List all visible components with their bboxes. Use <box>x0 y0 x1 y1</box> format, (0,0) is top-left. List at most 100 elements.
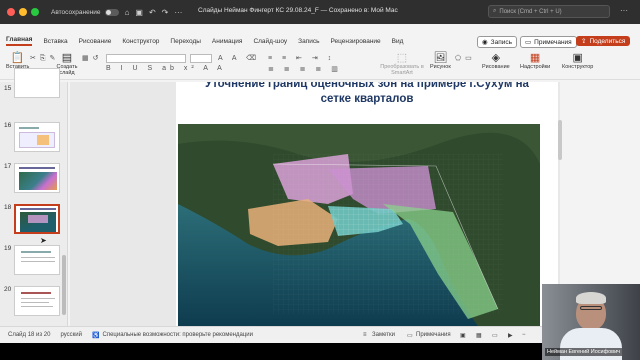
thumb-number: 17 <box>4 163 12 170</box>
minimize-window-button[interactable] <box>19 8 27 16</box>
addins-button[interactable]: ▦ Надстройки <box>520 52 550 70</box>
comments-icon: ▭ <box>407 332 413 339</box>
tab-home[interactable]: Главная <box>6 36 33 46</box>
comments-toggle[interactable]: Примечания <box>416 332 451 338</box>
window-controls <box>7 8 39 16</box>
quarter-grid-overlay <box>273 154 503 314</box>
thumb-number: 16 <box>4 122 12 129</box>
person-glasses <box>580 306 602 310</box>
webcam-overlay: Нейман Евгений Иосифович <box>542 284 640 360</box>
close-window-button[interactable] <box>7 8 15 16</box>
slide-layout-tools[interactable]: ▦↺ <box>82 54 102 62</box>
picture-icon: 🖼 <box>433 52 448 64</box>
tab-transitions[interactable]: Переходы <box>170 38 201 45</box>
addins-label: Надстройки <box>520 64 551 70</box>
tab-animations[interactable]: Анимация <box>212 38 243 45</box>
slide-thumbnail-18[interactable] <box>14 204 60 234</box>
slide-thumbnail-15[interactable] <box>14 68 60 98</box>
font-size-tools[interactable]: A A ⌫ <box>218 54 260 62</box>
share-button[interactable]: ⇪ Поделиться <box>576 36 631 46</box>
satellite-map-image <box>178 124 540 326</box>
search-placeholder: Поиск (Cmd + Ctrl + U) <box>499 8 562 15</box>
comment-icon: ▭ <box>525 39 532 46</box>
slide-thumbnail-19[interactable] <box>14 245 60 275</box>
ribbon-toolbar: 📋 Вставить ✂⎘✎ ▤ Создать слайд ▦↺ A A ⌫ … <box>0 50 640 80</box>
slide[interactable]: Уточнение границ оценочных зон на пример… <box>176 82 558 326</box>
slide-counter: Слайд 18 из 20 <box>8 332 51 338</box>
text-format-tools[interactable]: B I U S ab x² A A <box>106 65 226 72</box>
designer-label: Конструктор <box>562 64 594 70</box>
thumb-number: 15 <box>4 85 12 92</box>
thumb-number: 18 <box>4 204 12 211</box>
view-sorter-icon[interactable]: ▦ <box>476 332 482 339</box>
alignment-tools[interactable]: ≣ ≣ ≣ ≣ ▥ <box>268 65 342 73</box>
tab-review[interactable]: Рецензирование <box>330 38 380 45</box>
record-label: Запись <box>490 38 512 46</box>
paste-icon: 📋 <box>10 52 25 64</box>
record-button[interactable]: ◉ Запись <box>477 36 517 48</box>
webcam-name-label: Нейман Евгений Иосифович <box>545 348 623 356</box>
view-reading-icon[interactable]: ▭ <box>492 332 498 339</box>
designer-icon: ▣ <box>572 52 583 64</box>
accessibility-status[interactable]: Специальные возможности: проверьте реком… <box>103 332 253 338</box>
slide-thumbnail-16[interactable] <box>14 122 60 152</box>
font-name-input[interactable] <box>106 54 186 63</box>
more-options-icon[interactable]: ··· <box>620 6 628 15</box>
comments-button[interactable]: ▭ Примечания <box>520 36 577 48</box>
share-label: Поделиться <box>589 37 626 45</box>
slide-thumbnail-17[interactable] <box>14 163 60 193</box>
canvas-scrollbar[interactable] <box>558 120 562 160</box>
undo-icon[interactable]: ↶ <box>149 8 156 17</box>
zoom-out-icon[interactable]: − <box>522 332 526 338</box>
mouse-cursor-icon: ➤ <box>40 236 47 245</box>
picture-label: Рисунок <box>430 64 451 70</box>
drawing-button[interactable]: ◈ Рисование <box>482 52 510 70</box>
notes-toggle[interactable]: Заметки <box>372 332 395 338</box>
save-icon[interactable]: ▣ <box>135 8 143 17</box>
document-title: Слайды Нейман Фингерт КС 29.08.24_F — Со… <box>198 7 398 14</box>
person-hair <box>576 292 606 304</box>
shape-tools[interactable]: ⬠▭ <box>455 54 476 62</box>
drawing-icon: ◈ <box>491 52 501 64</box>
search-input[interactable]: ⌕ Поиск (Cmd + Ctrl + U) <box>488 5 610 18</box>
tab-insert[interactable]: Вставка <box>43 38 67 45</box>
addins-icon: ▦ <box>529 52 541 64</box>
tab-record[interactable]: Запись <box>298 38 319 45</box>
accessibility-icon: ♿ <box>92 332 100 339</box>
redo-icon[interactable]: ↷ <box>162 8 169 17</box>
zoom-window-button[interactable] <box>31 8 39 16</box>
thumbnails-scrollbar[interactable] <box>62 255 66 315</box>
thumb-number: 20 <box>4 286 12 293</box>
more-icon[interactable]: ··· <box>174 8 182 17</box>
tab-draw[interactable]: Рисование <box>79 38 112 45</box>
smartart-button[interactable]: ⬚ Преобразовать в SmartArt <box>380 52 424 76</box>
autosave-toggle[interactable] <box>104 8 119 16</box>
slide-title-line1: Уточнение границ оценочных зон на пример… <box>205 82 529 90</box>
smartart-label: Преобразовать в SmartArt <box>380 64 424 76</box>
title-bar: Автосохранение ⌂ ▣ ↶ ↷ ··· Слайды Нейман… <box>0 0 640 24</box>
font-size-input[interactable] <box>190 54 212 63</box>
drawing-label: Рисование <box>482 64 510 70</box>
thumb-number: 19 <box>4 245 12 252</box>
autosave-label: Автосохранение <box>51 8 101 16</box>
comments-label: Примечания <box>534 38 572 46</box>
tab-view[interactable]: Вид <box>392 38 404 45</box>
picture-button[interactable]: 🖼 Рисунок <box>430 52 451 70</box>
notes-icon: ≡ <box>363 332 367 338</box>
autosave-control[interactable]: Автосохранение <box>51 8 119 16</box>
designer-button[interactable]: ▣ Конструктор <box>562 52 593 70</box>
tab-design[interactable]: Конструктор <box>122 38 159 45</box>
tab-slideshow[interactable]: Слайд-шоу <box>253 38 287 45</box>
new-slide-icon: ▤ <box>61 52 73 64</box>
slide-title-line2: сетке кварталов <box>320 93 414 105</box>
share-icon: ⇪ <box>581 38 587 45</box>
language-indicator[interactable]: русский <box>60 332 82 338</box>
search-icon: ⌕ <box>493 8 497 14</box>
home-icon[interactable]: ⌂ <box>125 8 130 17</box>
paragraph-tools[interactable]: ≡ ≡ ⇤ ⇥ ↕ <box>268 54 335 62</box>
view-normal-icon[interactable]: ▣ <box>460 332 466 339</box>
record-icon: ◉ <box>482 39 488 46</box>
view-slideshow-icon[interactable]: ▶ <box>508 332 513 339</box>
slide-thumbnails-pane: 15 16 17 18 ➤ 19 20 <box>0 68 68 326</box>
slide-thumbnail-20[interactable] <box>14 286 60 316</box>
